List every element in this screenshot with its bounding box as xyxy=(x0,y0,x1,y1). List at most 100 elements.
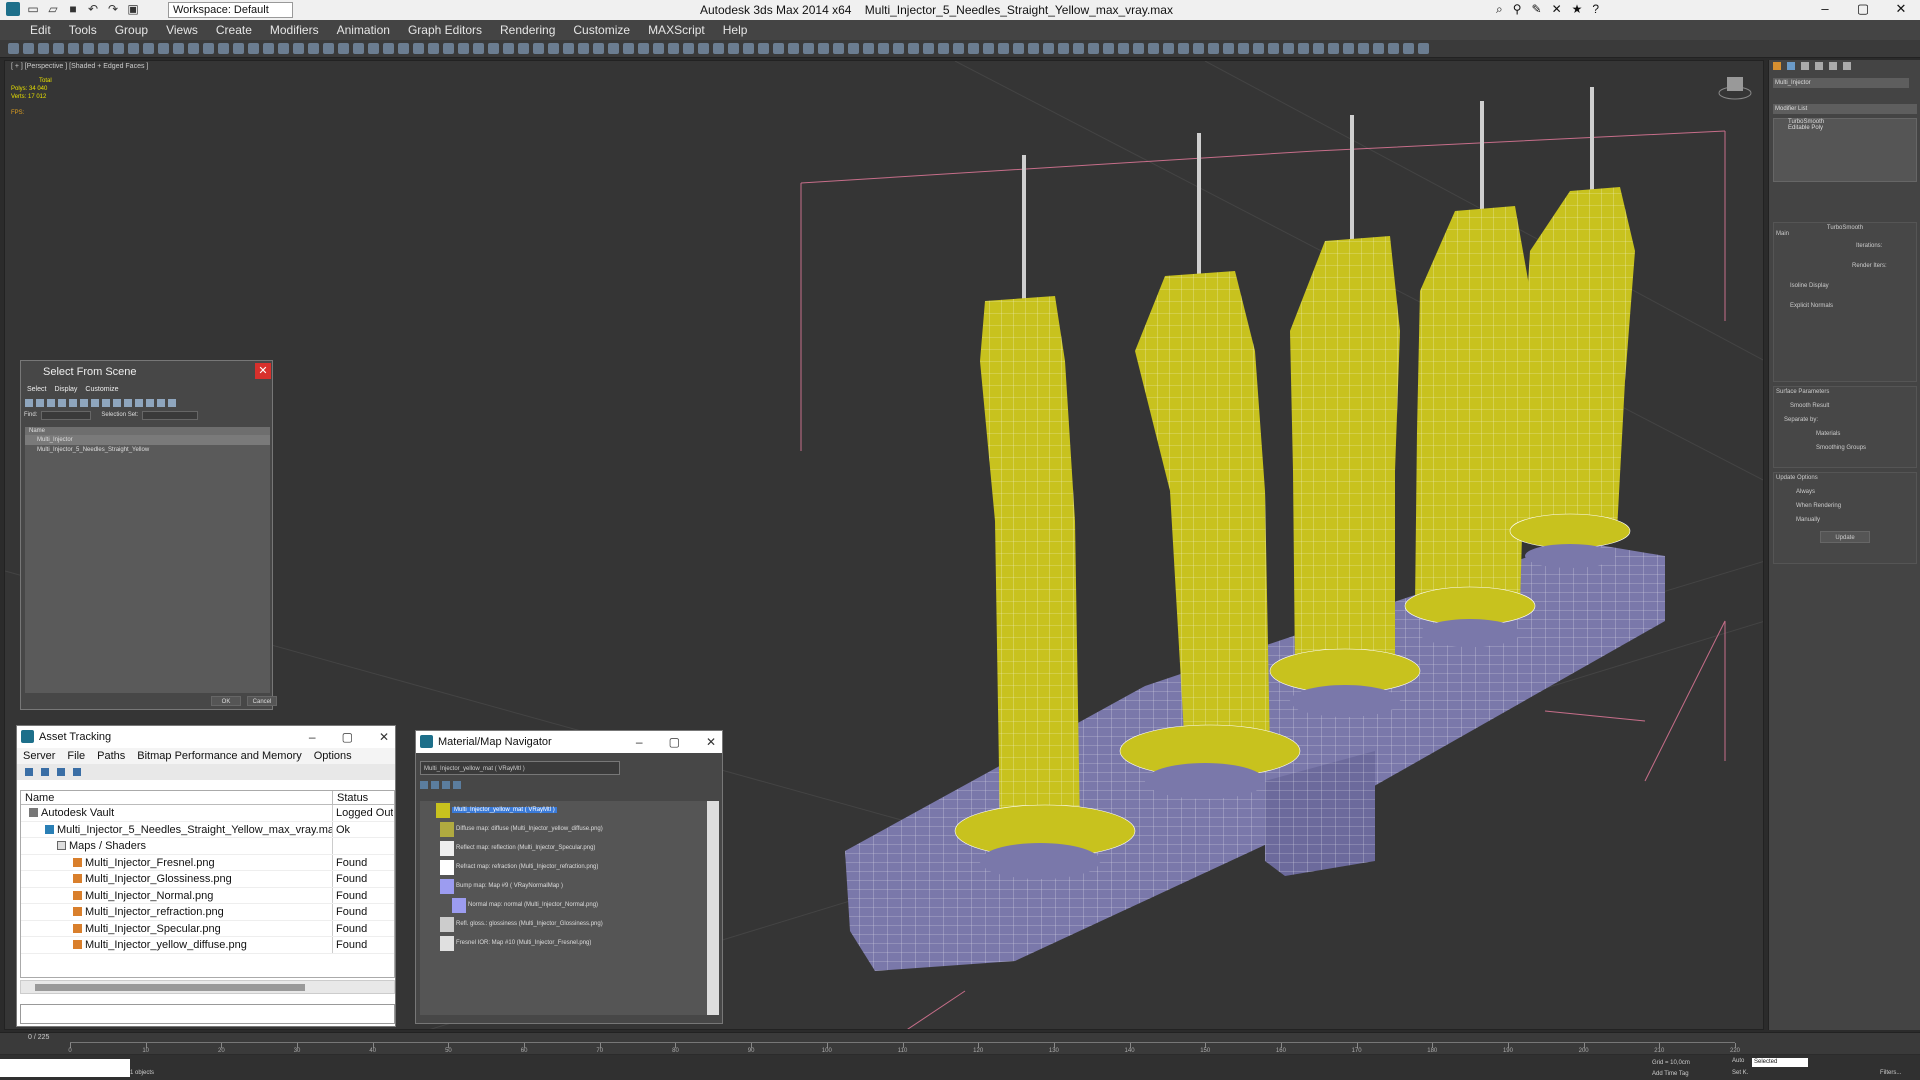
toolbar-tool-icon[interactable] xyxy=(1088,43,1099,54)
toolbar-tool-icon[interactable] xyxy=(353,43,364,54)
explicit-normals-checkbox[interactable]: Explicit Normals xyxy=(1776,303,1914,309)
filter-icon[interactable] xyxy=(80,399,88,407)
name-column-header[interactable]: Name xyxy=(21,791,333,804)
toolbar-tool-icon[interactable] xyxy=(863,43,874,54)
menu-group[interactable]: Group xyxy=(115,23,148,37)
project-folder-icon[interactable]: ▣ xyxy=(126,2,140,16)
large-icon-view-icon[interactable] xyxy=(453,781,461,789)
toolbar-tool-icon[interactable] xyxy=(488,43,499,54)
menu-edit[interactable]: Edit xyxy=(30,23,51,37)
table-row[interactable]: Multi_Injector_Glossiness.png Found xyxy=(21,871,394,888)
toolbar-tool-icon[interactable] xyxy=(998,43,1009,54)
toolbar-tool-icon[interactable] xyxy=(1073,43,1084,54)
toolbar-tool-icon[interactable] xyxy=(263,43,274,54)
filter-icon[interactable] xyxy=(47,399,55,407)
manually-radio[interactable]: Manually xyxy=(1776,517,1914,523)
maximize-button[interactable]: ▢ xyxy=(1848,1,1878,17)
toolbar-tool-icon[interactable] xyxy=(338,43,349,54)
tree-item[interactable]: Normal map: normal (Multi_Injector_Norma… xyxy=(420,896,708,915)
toolbar-tool-icon[interactable] xyxy=(1298,43,1309,54)
toolbar-tool-icon[interactable] xyxy=(83,43,94,54)
toolbar-tool-icon[interactable] xyxy=(1253,43,1264,54)
filter-icon[interactable] xyxy=(102,399,110,407)
toolbar-tool-icon[interactable] xyxy=(578,43,589,54)
toolbar-tool-icon[interactable] xyxy=(503,43,514,54)
toolbar-tool-icon[interactable] xyxy=(608,43,619,54)
close-icon[interactable]: ✕ xyxy=(706,731,716,753)
app-logo-icon[interactable] xyxy=(6,2,20,16)
find-input[interactable] xyxy=(41,410,92,420)
toolbar-tool-icon[interactable] xyxy=(1403,43,1414,54)
toolbar-tool-icon[interactable] xyxy=(683,43,694,54)
display-tab-icon[interactable] xyxy=(1829,62,1837,70)
toolbar-tool-icon[interactable] xyxy=(173,43,184,54)
toolbar-tool-icon[interactable] xyxy=(368,43,379,54)
toolbar-tool-icon[interactable] xyxy=(1358,43,1369,54)
when-rendering-radio[interactable]: When Rendering xyxy=(1776,503,1914,509)
toolbar-tool-icon[interactable] xyxy=(53,43,64,54)
tree-item[interactable]: Fresnel IOR: Map #10 (Multi_Injector_Fre… xyxy=(420,934,708,953)
toolbar-tool-icon[interactable] xyxy=(113,43,124,54)
toolbar-tool-icon[interactable] xyxy=(443,43,454,54)
menu-maxscript[interactable]: MAXScript xyxy=(648,23,705,37)
filter-icon[interactable] xyxy=(168,399,176,407)
smoothing-groups-checkbox[interactable]: Smoothing Groups xyxy=(1776,445,1914,451)
menu-paths[interactable]: Paths xyxy=(97,748,125,764)
toolbar-tool-icon[interactable] xyxy=(983,43,994,54)
menu-file[interactable]: File xyxy=(67,748,85,764)
toolbar-tool-icon[interactable] xyxy=(203,43,214,54)
toolbar-tool-icon[interactable] xyxy=(23,43,34,54)
toolbar-tool-icon[interactable] xyxy=(188,43,199,54)
toolbar-tool-icon[interactable] xyxy=(788,43,799,54)
selection-set-dropdown[interactable] xyxy=(142,410,199,420)
close-button[interactable]: ✕ xyxy=(1886,1,1916,17)
toolbar-tool-icon[interactable] xyxy=(1013,43,1024,54)
cancel-button[interactable]: Cancel xyxy=(247,696,277,706)
toolbar-tool-icon[interactable] xyxy=(818,43,829,54)
toolbar-tool-icon[interactable] xyxy=(563,43,574,54)
icon-view-icon[interactable] xyxy=(431,781,439,789)
maximize-icon[interactable]: ▢ xyxy=(669,731,680,753)
menu-server[interactable]: Server xyxy=(23,748,55,764)
stack-item[interactable]: Editable Poly xyxy=(1788,125,1916,131)
smooth-result-checkbox[interactable]: Smooth Result xyxy=(1776,403,1914,409)
menu-rendering[interactable]: Rendering xyxy=(500,23,555,37)
tool-icon[interactable] xyxy=(25,768,33,776)
toolbar-tool-icon[interactable] xyxy=(1148,43,1159,54)
filter-icon[interactable] xyxy=(91,399,99,407)
toolbar-tool-icon[interactable] xyxy=(398,43,409,54)
motion-tab-icon[interactable] xyxy=(1815,62,1823,70)
toolbar-tool-icon[interactable] xyxy=(743,43,754,54)
toolbar-tool-icon[interactable] xyxy=(1043,43,1054,54)
frame-counter[interactable]: 0 / 225 xyxy=(28,1034,49,1041)
toolbar-tool-icon[interactable] xyxy=(698,43,709,54)
asset-path-field[interactable] xyxy=(20,1004,395,1024)
toolbar-tool-icon[interactable] xyxy=(1283,43,1294,54)
toolbar-tool-icon[interactable] xyxy=(638,43,649,54)
workspace-dropdown[interactable]: Workspace: Default xyxy=(168,2,293,18)
time-slider[interactable]: 0 / 225 0 10 20 30 40 50 60 70 80 90 100 110 120 130 1… xyxy=(0,1032,1920,1054)
vertical-scrollbar[interactable] xyxy=(707,801,719,1015)
toolbar-tool-icon[interactable] xyxy=(248,43,259,54)
toolbar-tool-icon[interactable] xyxy=(623,43,634,54)
minimize-button[interactable]: – xyxy=(1810,1,1840,16)
close-icon[interactable]: ✕ xyxy=(379,726,389,748)
toolbar-tool-icon[interactable] xyxy=(548,43,559,54)
menu-options[interactable]: Options xyxy=(314,748,352,764)
list-item[interactable]: Multi_Injector_5_Needles_Straight_Yellow xyxy=(25,445,270,455)
table-row[interactable]: Multi_Injector_Specular.png Found xyxy=(21,920,394,937)
toolbar-tool-icon[interactable] xyxy=(833,43,844,54)
modifier-list-dropdown[interactable]: Modifier List xyxy=(1773,104,1917,114)
menu-select[interactable]: Select xyxy=(27,383,46,397)
toolbar-tool-icon[interactable] xyxy=(218,43,229,54)
toolbar-tool-icon[interactable] xyxy=(1223,43,1234,54)
toolbar-tool-icon[interactable] xyxy=(428,43,439,54)
maximize-icon[interactable]: ▢ xyxy=(342,726,353,748)
minimize-icon[interactable]: – xyxy=(309,726,316,748)
redo-icon[interactable]: ↷ xyxy=(106,2,120,16)
toolbar-tool-icon[interactable] xyxy=(968,43,979,54)
tool-icon[interactable] xyxy=(73,768,81,776)
toolbar-tool-icon[interactable] xyxy=(1193,43,1204,54)
toolbar-tool-icon[interactable] xyxy=(938,43,949,54)
toolbar-tool-icon[interactable] xyxy=(728,43,739,54)
